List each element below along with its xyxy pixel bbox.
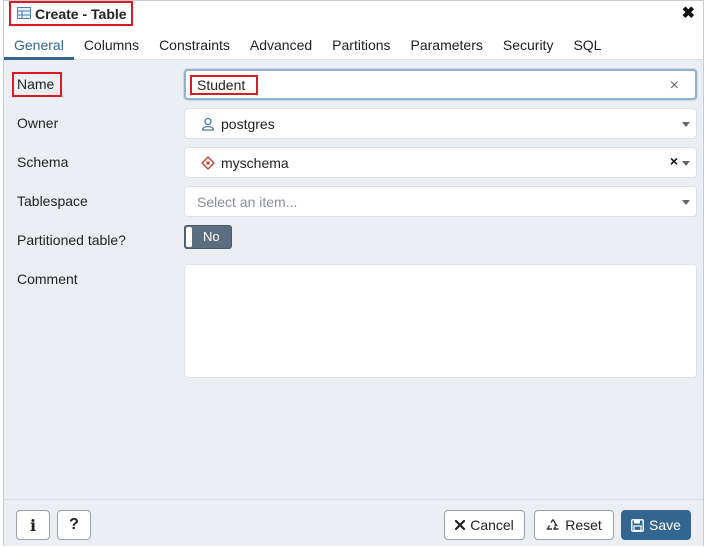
tab-bar: General Columns Constraints Advanced Par… <box>4 29 703 60</box>
schema-value: myschema <box>221 155 289 171</box>
close-icon[interactable]: ✖ <box>682 4 695 24</box>
dialog-title: Create - Table <box>35 5 127 22</box>
partitioned-label: Partitioned table? <box>17 232 126 248</box>
reset-label: Reset <box>565 517 602 533</box>
reset-button[interactable]: Reset <box>534 510 614 540</box>
tab-parameters[interactable]: Parameters <box>401 29 493 60</box>
chevron-down-icon[interactable] <box>682 200 690 205</box>
table-icon <box>17 6 31 22</box>
user-icon <box>201 117 215 131</box>
chevron-down-icon[interactable] <box>682 122 690 127</box>
tab-partitions[interactable]: Partitions <box>322 29 400 60</box>
create-table-dialog: Create - Table ✖ General Columns Constra… <box>3 0 704 546</box>
help-icon: ? <box>69 516 79 533</box>
help-button[interactable]: ? <box>57 510 91 540</box>
toggle-knob <box>186 227 192 247</box>
tab-columns[interactable]: Columns <box>74 29 149 60</box>
dialog-titlebar: Create - Table ✖ <box>4 1 703 29</box>
owner-value: postgres <box>221 116 275 132</box>
recycle-icon <box>546 519 559 530</box>
schema-label: Schema <box>17 154 69 170</box>
tablespace-label: Tablespace <box>17 193 88 209</box>
comment-textarea[interactable] <box>184 264 697 378</box>
cancel-button[interactable]: Cancel <box>444 510 525 540</box>
partitioned-toggle[interactable]: No <box>184 225 232 249</box>
schema-icon <box>201 156 215 170</box>
save-icon <box>631 518 644 532</box>
tab-sql[interactable]: SQL <box>563 29 611 60</box>
owner-select[interactable]: postgres <box>184 108 697 139</box>
tab-constraints[interactable]: Constraints <box>149 29 240 60</box>
info-icon: i <box>29 515 37 535</box>
dialog-title-highlight: Create - Table <box>9 1 133 26</box>
cancel-icon <box>455 520 466 530</box>
tab-general[interactable]: General <box>4 29 74 60</box>
save-button[interactable]: Save <box>621 510 691 540</box>
name-input[interactable]: Student × <box>184 69 697 100</box>
info-button[interactable]: i <box>16 510 50 540</box>
schema-select[interactable]: myschema × <box>184 147 697 178</box>
chevron-down-icon[interactable] <box>682 161 690 166</box>
tablespace-placeholder: Select an item... <box>197 194 298 210</box>
clear-schema-icon[interactable]: × <box>670 153 678 169</box>
tab-security[interactable]: Security <box>493 29 564 60</box>
tablespace-select[interactable]: Select an item... <box>184 186 697 217</box>
save-label: Save <box>649 517 681 533</box>
comment-label: Comment <box>17 271 78 287</box>
clear-name-icon[interactable]: × <box>670 77 679 95</box>
dialog-footer: i ? Cancel Reset Save <box>4 499 703 546</box>
cancel-label: Cancel <box>470 517 514 533</box>
tab-advanced[interactable]: Advanced <box>240 29 322 60</box>
name-value: Student <box>197 77 246 93</box>
owner-label: Owner <box>17 115 59 131</box>
name-label: Name <box>17 76 55 92</box>
partitioned-value: No <box>203 229 220 244</box>
